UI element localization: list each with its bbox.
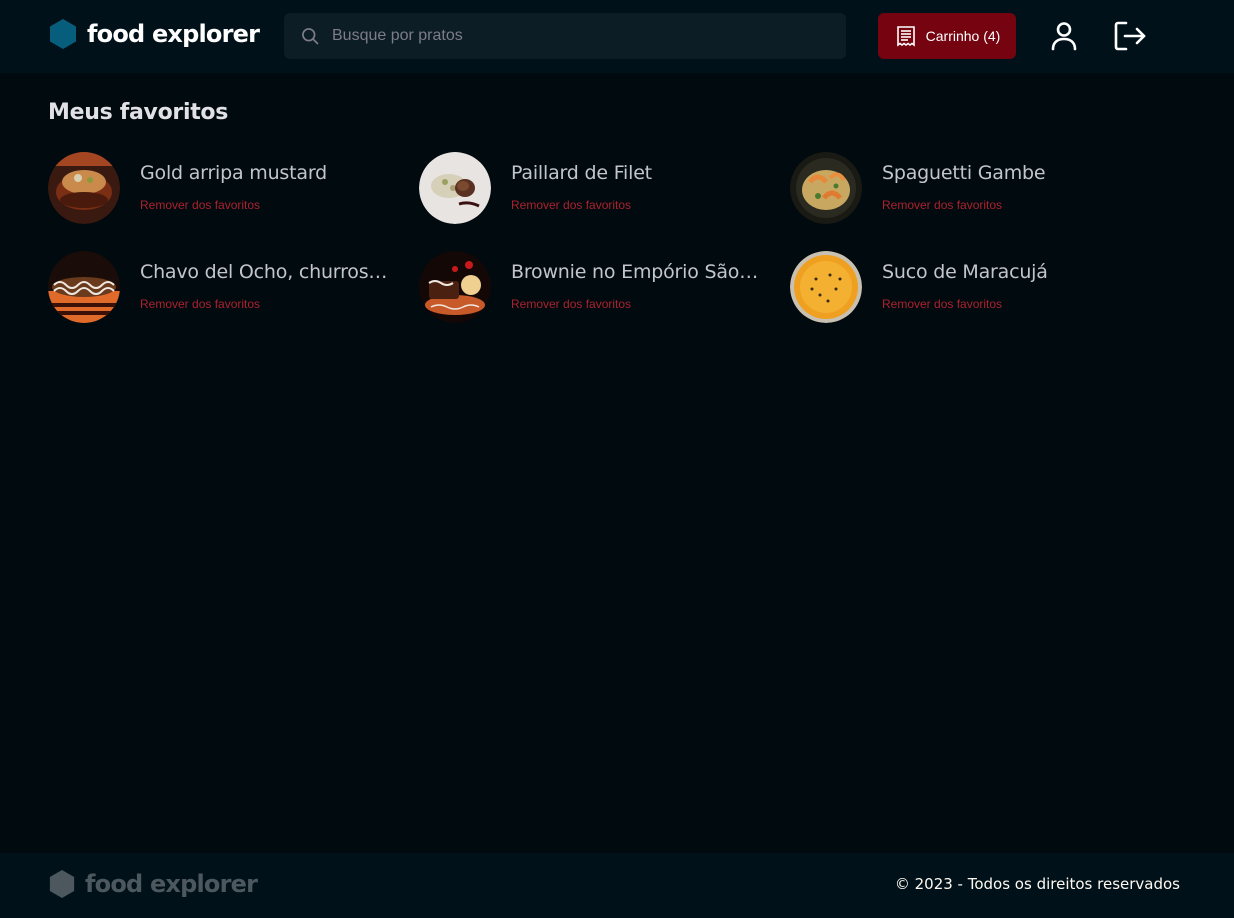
favorite-item: Chavo del Ocho, churros… Remover dos fav… [48,251,408,323]
favorite-item: Spaguetti Gambe Remover dos favoritos [790,152,1150,224]
brand-name: food explorer [87,20,260,48]
remove-favorite-link[interactable]: Remover dos favoritos [511,198,631,212]
burger-dish-image [48,152,120,224]
brownie-dish-image [419,251,491,323]
favorite-item: Gold arripa mustard Remover dos favorito… [48,152,408,224]
page-title: Meus favoritos [48,100,229,125]
favorite-item: Brownie no Empório São… Remover dos favo… [419,251,779,323]
shrimp-pasta-dish-image [790,152,862,224]
remove-favorite-link[interactable]: Remover dos favoritos [882,198,1002,212]
hexagon-logo-icon [49,870,75,898]
receipt-icon [896,26,915,47]
copyright-text: © 2023 - Todos os direitos reservados [894,875,1180,893]
favorite-item: Paillard de Filet Remover dos favoritos [419,152,779,224]
search-icon [302,28,319,45]
favorite-name: Gold arripa mustard [140,162,327,184]
favorite-item: Suco de Maracujá Remover dos favoritos [790,251,1150,323]
cart-button[interactable]: Carrinho (4) [878,13,1016,59]
passion-fruit-juice-image [790,251,862,323]
remove-favorite-link[interactable]: Remover dos favoritos [882,297,1002,311]
profile-button[interactable] [1046,18,1082,54]
search-input[interactable] [332,27,812,45]
churros-dish-image [48,251,120,323]
footer-brand-logo: food explorer [48,869,258,899]
remove-favorite-link[interactable]: Remover dos favoritos [140,297,260,311]
hexagon-logo-icon [50,19,76,49]
favorite-name: Chavo del Ocho, churros… [140,261,388,283]
remove-favorite-link[interactable]: Remover dos favoritos [511,297,631,311]
brand-logo[interactable]: food explorer [48,18,260,50]
favorite-name: Brownie no Empório São… [511,261,759,283]
cart-label: Carrinho (4) [925,28,1001,44]
favorite-name: Spaguetti Gambe [882,162,1046,184]
sign-out-icon [1114,21,1146,51]
filet-dish-image [419,152,491,224]
search-bar[interactable] [284,13,846,59]
footer-brand-name: food explorer [85,870,258,898]
app-header: food explorer Carrinho (4) [0,0,1234,73]
user-icon [1051,22,1077,51]
favorite-name: Suco de Maracujá [882,261,1048,283]
app-footer: food explorer © 2023 - Todos os direitos… [0,853,1234,918]
remove-favorite-link[interactable]: Remover dos favoritos [140,198,260,212]
favorite-name: Paillard de Filet [511,162,652,184]
logout-button[interactable] [1112,18,1148,54]
